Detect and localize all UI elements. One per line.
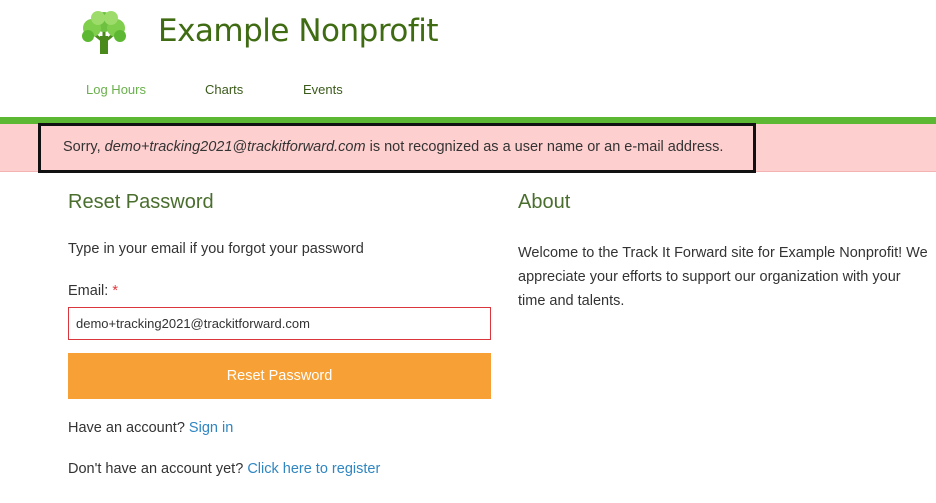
register-link[interactable]: Click here to register <box>247 461 380 477</box>
page: Example Nonprofit Log Hours Charts Event… <box>0 0 936 503</box>
nav-events[interactable]: Events <box>303 82 343 97</box>
about-text: Welcome to the Track It Forward site for… <box>518 245 928 309</box>
error-message: Sorry, demo+tracking2021@trackitforward.… <box>63 139 723 155</box>
email-field[interactable] <box>68 307 491 340</box>
email-label-text: Email: <box>68 283 109 299</box>
tree-icon <box>82 11 126 54</box>
register-line: Don't have an account yet? Click here to… <box>68 461 380 477</box>
error-email: demo+tracking2021@trackitforward.com <box>104 139 366 155</box>
nav-log-hours[interactable]: Log Hours <box>86 82 146 97</box>
have-account-text: Have an account? <box>68 420 185 436</box>
reset-intro-text: Type in your email if you forgot your pa… <box>68 241 364 257</box>
site-name[interactable]: Example Nonprofit <box>158 13 439 49</box>
no-account-text: Don't have an account yet? <box>68 461 244 477</box>
nav-charts[interactable]: Charts <box>205 82 243 97</box>
about-title: About <box>518 191 571 213</box>
sign-in-link[interactable]: Sign in <box>189 420 233 436</box>
email-label: Email: * <box>68 283 118 299</box>
reset-password-button[interactable]: Reset Password <box>68 353 491 399</box>
error-suffix: is not recognized as a user name or an e… <box>365 139 724 155</box>
reset-password-title: Reset Password <box>68 191 214 213</box>
required-marker: * <box>112 283 118 299</box>
sign-in-line: Have an account? Sign in <box>68 420 233 436</box>
error-prefix: Sorry, <box>63 139 105 155</box>
